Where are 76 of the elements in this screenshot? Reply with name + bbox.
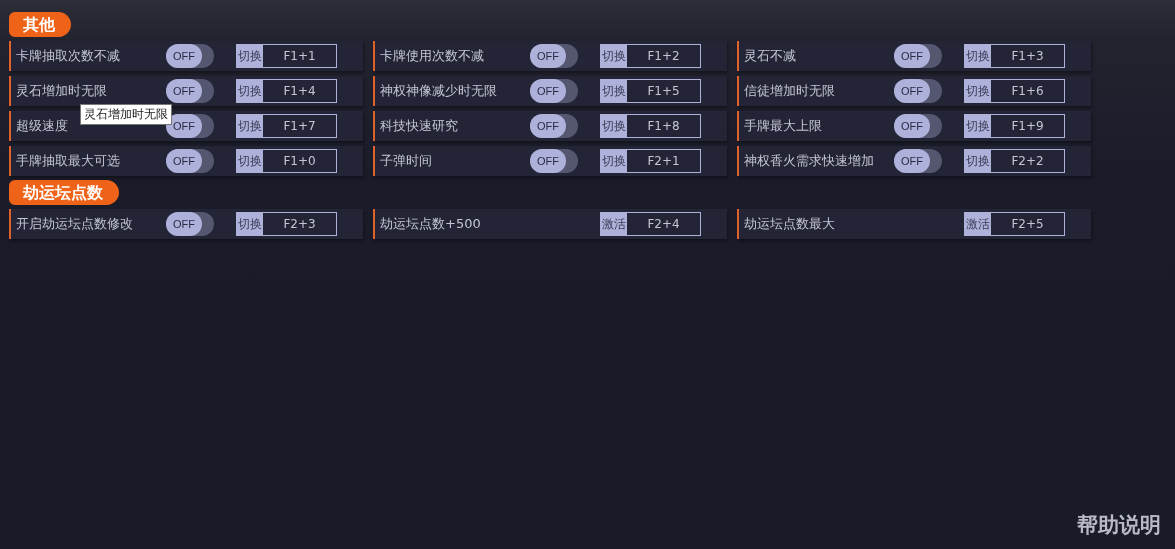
option-label: 手牌最大上限 [743,117,823,135]
option-label: 卡牌抽取次数不减 [15,47,121,65]
option-label: 劫运坛点数最大 [743,215,836,233]
hotkey-field[interactable]: 切换 F1+8 [600,114,701,138]
option-label: 开启劫运坛点数修改 [15,215,134,233]
hotkey-text: F1+3 [1010,48,1045,65]
option-label: 灵石不减 [743,47,797,65]
hotkey-field[interactable]: 切换 F1+5 [600,79,701,103]
option-label: 灵石增加时无限 [15,82,108,100]
hotkey-text: F1+5 [646,83,681,100]
option-label: 超级速度 [15,117,69,135]
hotkey-field[interactable]: 切换 F1+6 [964,79,1065,103]
action-label: 激活 [601,213,627,235]
option-label: 科技快速研究 [379,117,459,135]
hotkey-field[interactable]: 切换 F1+1 [236,44,337,68]
hotkey-text: F1+6 [1010,83,1045,100]
hotkey-text: F2+2 [1010,153,1045,170]
option-label: 手牌抽取最大可选 [15,152,121,170]
hotkey-text: F1+0 [282,153,317,170]
action-label: 切换 [965,115,991,137]
hotkey-text: F1+2 [646,48,681,65]
hotkey-text: F1+4 [282,83,317,100]
action-label: 切换 [237,213,263,235]
hotkey-field[interactable]: 切换 F1+7 [236,114,337,138]
hotkey-field[interactable]: 切换 F2+3 [236,212,337,236]
action-label: 切换 [237,45,263,67]
section-header: 劫运坛点数 [9,180,119,205]
hotkey-field[interactable]: 切换 F2+1 [600,149,701,173]
action-label: 切换 [965,80,991,102]
toggle-switch[interactable]: OFF [894,44,942,68]
toggle-switch[interactable]: OFF [166,44,214,68]
hotkey-field[interactable]: 切换 F1+3 [964,44,1065,68]
hotkey-text: F1+7 [282,118,317,135]
action-label: 切换 [237,80,263,102]
action-label: 切换 [601,80,627,102]
hotkey-text: F2+1 [646,153,681,170]
hotkey-text: F1+1 [282,48,317,65]
toggle-switch[interactable]: OFF [894,79,942,103]
hotkey-text: F2+5 [1010,216,1045,233]
hotkey-field[interactable]: 切换 F1+4 [236,79,337,103]
action-label: 激活 [965,213,991,235]
action-label: 切换 [237,150,263,172]
action-label: 切换 [965,45,991,67]
section-header: 其他 [9,12,71,37]
hotkey-text: F1+9 [1010,118,1045,135]
toggle-switch[interactable]: OFF [166,212,214,236]
toggle-switch[interactable]: OFF [166,149,214,173]
toggle-switch[interactable]: OFF [530,79,578,103]
action-label: 切换 [601,115,627,137]
action-label: 切换 [601,45,627,67]
option-label: 子弹时间 [379,152,433,170]
tooltip: 灵石增加时无限 [80,104,172,125]
option-label: 信徒增加时无限 [743,82,836,100]
action-label: 切换 [237,115,263,137]
help-link[interactable]: 帮助说明 [1077,511,1161,539]
option-label: 神权香火需求快速增加 [743,152,875,170]
hotkey-text: F1+8 [646,118,681,135]
option-label: 劫运坛点数+500 [379,215,482,233]
hotkey-field[interactable]: 切换 F2+2 [964,149,1065,173]
hotkey-text: F2+3 [282,216,317,233]
toggle-switch[interactable]: OFF [530,149,578,173]
hotkey-field[interactable]: 激活 F2+5 [964,212,1065,236]
toggle-switch[interactable]: OFF [530,114,578,138]
action-label: 切换 [601,150,627,172]
toggle-switch[interactable]: OFF [894,149,942,173]
hotkey-field[interactable]: 切换 F1+2 [600,44,701,68]
hotkey-field[interactable]: 切换 F1+9 [964,114,1065,138]
option-label: 神权神像减少时无限 [379,82,498,100]
toggle-switch[interactable]: OFF [166,79,214,103]
action-label: 切换 [965,150,991,172]
hotkey-field[interactable]: 切换 F1+0 [236,149,337,173]
hotkey-text: F2+4 [646,216,681,233]
toggle-switch[interactable]: OFF [530,44,578,68]
toggle-switch[interactable]: OFF [894,114,942,138]
option-label: 卡牌使用次数不减 [379,47,485,65]
hotkey-field[interactable]: 激活 F2+4 [600,212,701,236]
